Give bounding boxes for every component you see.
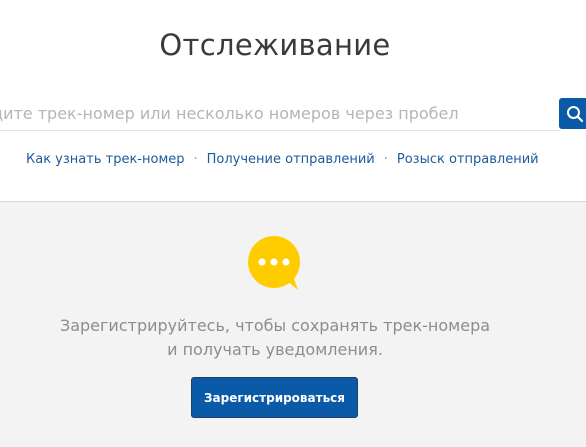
tracking-number-input[interactable] <box>0 97 548 129</box>
search-icon <box>567 106 584 123</box>
link-how-to-find-track-number[interactable]: Как узнать трек-номер <box>26 152 185 167</box>
help-links: Как узнать трек-номер · Получение отправле… <box>26 152 539 167</box>
link-separator: · <box>383 152 388 167</box>
register-promo-text: Зарегистрируйтесь, чтобы сохранять трек-… <box>0 314 550 362</box>
search-input-underline <box>0 130 560 131</box>
chat-bubble-icon <box>248 236 300 290</box>
search-button[interactable] <box>559 98 586 129</box>
promo-line-1: Зарегистрируйтесь, чтобы сохранять трек-… <box>59 316 491 335</box>
tracking-header-section: Отслеживание Как узнать трек-номер · Получ… <box>0 0 586 201</box>
link-separator: · <box>193 152 198 167</box>
promo-line-2: и получать уведомления. <box>167 340 383 359</box>
page-title: Отслеживание <box>159 28 391 62</box>
link-receiving-parcels[interactable]: Получение отправлений <box>207 152 375 167</box>
link-parcel-search[interactable]: Розыск отправлений <box>397 152 539 167</box>
register-button[interactable]: Зарегистрироваться <box>191 377 358 418</box>
